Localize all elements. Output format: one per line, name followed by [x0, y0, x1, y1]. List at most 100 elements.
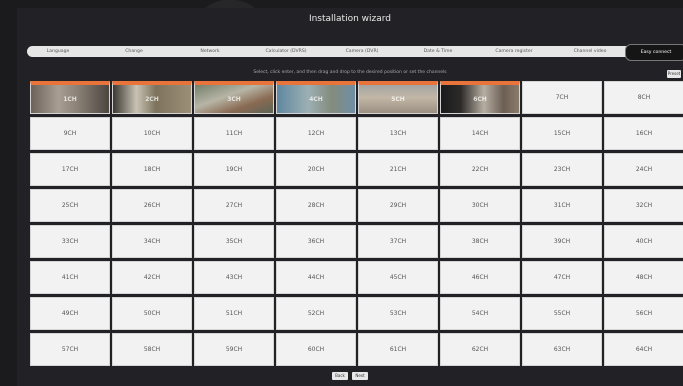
channel-label: 30CH — [471, 202, 489, 209]
channel-tile[interactable]: 61CH — [358, 333, 438, 366]
channel-tile[interactable]: 63CH — [522, 333, 602, 366]
channel-tile[interactable]: 16CH — [604, 117, 683, 150]
channel-tile[interactable]: 54CH — [440, 297, 520, 330]
channel-tile[interactable]: 38CH — [440, 225, 520, 258]
channel-tile[interactable]: 23CH — [522, 153, 602, 186]
channel-tile[interactable]: 43CH — [194, 261, 274, 294]
channel-label: 17CH — [61, 166, 79, 173]
channel-tile[interactable]: 60CH — [276, 333, 356, 366]
channel-tile[interactable]: 5CH — [358, 81, 438, 114]
channel-tile[interactable]: 18CH — [112, 153, 192, 186]
channel-tile[interactable]: 10CH — [112, 117, 192, 150]
step-channel-video[interactable]: Channel video — [559, 46, 621, 57]
channel-tile[interactable]: 44CH — [276, 261, 356, 294]
channel-tile[interactable]: 8CH — [604, 81, 683, 114]
channel-tile[interactable]: 30CH — [440, 189, 520, 222]
channel-tile[interactable]: 7CH — [522, 81, 602, 114]
channel-tile[interactable]: 24CH — [604, 153, 683, 186]
channel-label: 52CH — [307, 310, 325, 317]
channel-tile[interactable]: 35CH — [194, 225, 274, 258]
channel-tile[interactable]: 55CH — [522, 297, 602, 330]
step-network[interactable]: Network — [179, 46, 241, 57]
step-camera-register[interactable]: Camera register — [483, 46, 545, 57]
channel-label: 4CH — [309, 95, 323, 103]
channel-tile[interactable]: 39CH — [522, 225, 602, 258]
preset-button[interactable]: Preset — [667, 70, 681, 78]
channel-label: 48CH — [635, 274, 653, 281]
channel-tile[interactable]: 31CH — [522, 189, 602, 222]
channel-tile[interactable]: 19CH — [194, 153, 274, 186]
channel-label: 16CH — [635, 130, 653, 137]
channel-label: 60CH — [307, 346, 325, 353]
channel-label: 19CH — [225, 166, 243, 173]
channel-tile[interactable]: 64CH — [604, 333, 683, 366]
step-calculator[interactable]: Calculator (DVRS) — [255, 46, 317, 57]
channel-tile[interactable]: 46CH — [440, 261, 520, 294]
channel-tile[interactable]: 20CH — [276, 153, 356, 186]
step-date-time[interactable]: Date & Time — [407, 46, 469, 57]
channel-label: 31CH — [553, 202, 571, 209]
channel-tile[interactable]: 14CH — [440, 117, 520, 150]
channel-label: 35CH — [225, 238, 243, 245]
channel-tile[interactable]: 41CH — [30, 261, 110, 294]
channel-tile[interactable]: 28CH — [276, 189, 356, 222]
channel-tile[interactable]: 12CH — [276, 117, 356, 150]
channel-tile[interactable]: 40CH — [604, 225, 683, 258]
channel-tile[interactable]: 27CH — [194, 189, 274, 222]
channel-tile[interactable]: 37CH — [358, 225, 438, 258]
channel-tile[interactable]: 26CH — [112, 189, 192, 222]
channel-label: 25CH — [61, 202, 79, 209]
step-camera[interactable]: Camera (DVR) — [331, 46, 393, 57]
channel-label: 28CH — [307, 202, 325, 209]
channel-tile[interactable]: 2CH — [112, 81, 192, 114]
channel-label: 34CH — [143, 238, 161, 245]
channel-tile[interactable]: 9CH — [30, 117, 110, 150]
channel-label: 42CH — [143, 274, 161, 281]
channel-tile[interactable]: 11CH — [194, 117, 274, 150]
channel-label: 15CH — [553, 130, 571, 137]
channel-tile[interactable]: 13CH — [358, 117, 438, 150]
channel-tile[interactable]: 62CH — [440, 333, 520, 366]
channel-tile[interactable]: 59CH — [194, 333, 274, 366]
channel-label: 29CH — [389, 202, 407, 209]
channel-label: 37CH — [389, 238, 407, 245]
channel-tile[interactable]: 33CH — [30, 225, 110, 258]
channel-tile[interactable]: 32CH — [604, 189, 683, 222]
channel-tile[interactable]: 50CH — [112, 297, 192, 330]
channel-tile[interactable]: 4CH — [276, 81, 356, 114]
channel-tile[interactable]: 21CH — [358, 153, 438, 186]
channel-label: 11CH — [225, 130, 243, 137]
channel-tile[interactable]: 22CH — [440, 153, 520, 186]
channel-tile[interactable]: 49CH — [30, 297, 110, 330]
channel-tile[interactable]: 48CH — [604, 261, 683, 294]
channel-tile[interactable]: 1CH — [30, 81, 110, 114]
channel-tile[interactable]: 6CH — [440, 81, 520, 114]
channel-tile[interactable]: 15CH — [522, 117, 602, 150]
step-language[interactable]: Language — [27, 46, 89, 57]
back-button[interactable]: Back — [332, 372, 348, 380]
channel-tile[interactable]: 47CH — [522, 261, 602, 294]
channel-tile[interactable]: 29CH — [358, 189, 438, 222]
channel-grid: 1CH 2CH 3CH 4CH 5CH 6CH 7CH 8CH 9CH 10CH 11CH 12CH 1… — [30, 81, 683, 366]
channel-tile[interactable]: 53CH — [358, 297, 438, 330]
channel-tile[interactable]: 57CH — [30, 333, 110, 366]
channel-tile[interactable]: 51CH — [194, 297, 274, 330]
channel-label: 5CH — [391, 95, 405, 103]
channel-tile[interactable]: 3CH — [194, 81, 274, 114]
channel-label: 21CH — [389, 166, 407, 173]
step-easy-connect[interactable]: Easy connect — [625, 44, 683, 61]
channel-tile[interactable]: 42CH — [112, 261, 192, 294]
channel-label: 23CH — [553, 166, 571, 173]
channel-label: 59CH — [225, 346, 243, 353]
channel-tile[interactable]: 56CH — [604, 297, 683, 330]
step-change[interactable]: Change — [103, 46, 165, 57]
channel-tile[interactable]: 45CH — [358, 261, 438, 294]
channel-tile[interactable]: 17CH — [30, 153, 110, 186]
channel-tile[interactable]: 36CH — [276, 225, 356, 258]
channel-tile[interactable]: 58CH — [112, 333, 192, 366]
channel-tile[interactable]: 34CH — [112, 225, 192, 258]
next-button[interactable]: Next — [352, 372, 368, 380]
channel-label: 46CH — [471, 274, 489, 281]
channel-tile[interactable]: 52CH — [276, 297, 356, 330]
channel-tile[interactable]: 25CH — [30, 189, 110, 222]
